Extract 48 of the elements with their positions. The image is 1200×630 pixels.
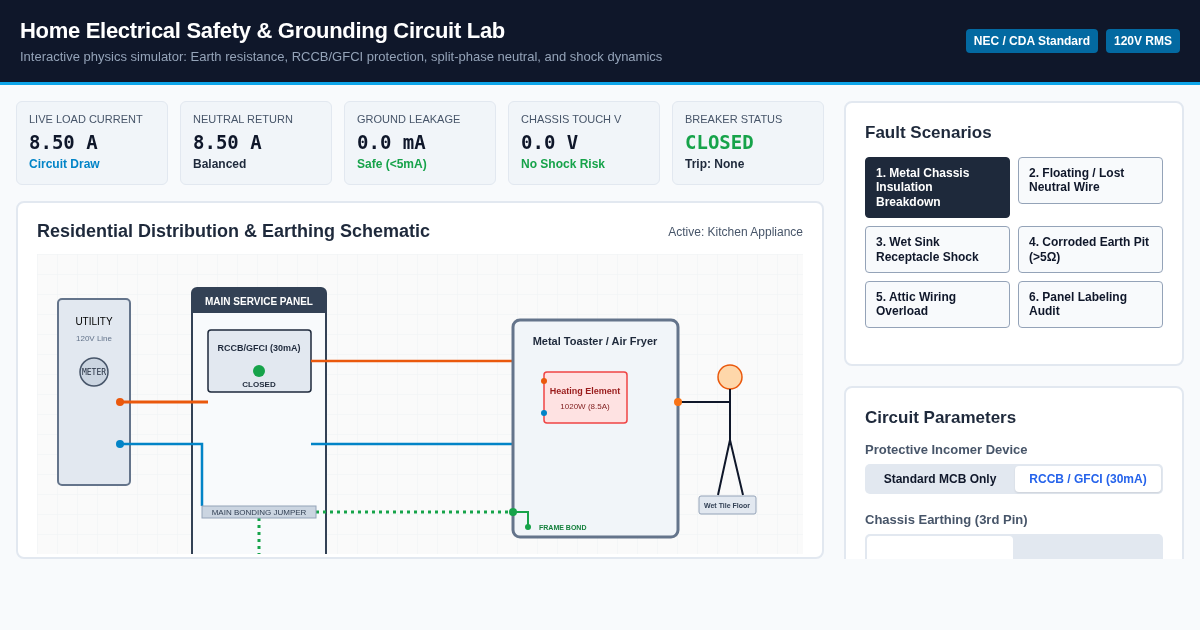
appliance-label: Metal Toaster / Air Fryer bbox=[532, 335, 658, 347]
ground-wire bbox=[257, 518, 261, 554]
standard-badge: NEC / CDA Standard bbox=[965, 29, 1098, 53]
utility-label: UTILITY bbox=[75, 316, 113, 327]
page-title: Home Electrical Safety & Grounding Circuit Lab bbox=[20, 18, 506, 44]
page-subtitle: Interactive physics simulator: Earth resistance, RCCB/GFCI protection, split-phase neutral, and shock dynamics bbox=[20, 49, 663, 64]
scenario-button[interactable]: 1. Metal Chassis Insulation Breakdown bbox=[865, 157, 1010, 219]
stat-label: GROUND LEAKAGE bbox=[357, 113, 462, 125]
stat-note: No Shock Risk bbox=[521, 157, 607, 171]
scenario-button[interactable]: 6. Panel Labeling Audit bbox=[1018, 280, 1163, 328]
stat-label: NEUTRAL RETURN bbox=[193, 113, 294, 125]
touch-contact-line bbox=[674, 398, 731, 406]
stat-value: 0.0 mA bbox=[357, 131, 427, 153]
heating-element-label: Heating Element bbox=[549, 386, 621, 396]
panel-title: MAIN SERVICE PANEL bbox=[205, 296, 313, 307]
stat-note: Circuit Draw bbox=[29, 157, 101, 171]
stat-note: Balanced bbox=[193, 157, 248, 171]
parameter-label: Chassis Earthing (3rd Pin) bbox=[865, 511, 1029, 527]
option-button[interactable]: Standard MCB Only bbox=[867, 465, 1013, 492]
stat-label: BREAKER STATUS bbox=[685, 113, 784, 125]
option-button[interactable]: RCCB / GFCI (30mA) bbox=[1015, 465, 1161, 492]
stat-value: 8.50 A bbox=[193, 131, 263, 153]
card-title: Fault Scenarios bbox=[865, 123, 993, 143]
schematic-title: Residential Distribution & Earthing Schematic bbox=[37, 221, 431, 242]
breaker-label: RCCB/GFCI (30mA) bbox=[217, 343, 301, 353]
stat-label: LIVE LOAD CURRENT bbox=[29, 113, 144, 125]
card-title: Circuit Parameters bbox=[865, 407, 1018, 428]
scenario-button[interactable]: 5. Attic Wiring Overload bbox=[865, 280, 1010, 328]
bonding-jumper-label: MAIN BONDING JUMPER bbox=[201, 505, 317, 519]
stat-value: 0.0 V bbox=[521, 131, 580, 153]
parameter-label: Protective Incomer Device bbox=[865, 441, 1029, 457]
stat-label: CHASSIS TOUCH V bbox=[521, 113, 623, 125]
stat-value: 8.50 A bbox=[29, 131, 99, 153]
scenario-button[interactable]: 2. Floating / Lost Neutral Wire bbox=[1018, 157, 1163, 204]
utility-voltage: 120V Line bbox=[76, 334, 112, 343]
stat-note: Safe (<5mA) bbox=[357, 157, 428, 171]
standard-badge: 120V RMS bbox=[1105, 29, 1180, 53]
stat-value: CLOSED bbox=[685, 131, 755, 153]
breaker-state: CLOSED bbox=[242, 380, 276, 389]
segmented-control[interactable] bbox=[865, 533, 1163, 559]
meter-label: METER bbox=[81, 368, 107, 377]
active-appliance-label: Active: Kitchen Appliance bbox=[668, 224, 803, 239]
scenario-button[interactable]: 3. Wet Sink Receptacle Shock bbox=[865, 226, 1010, 273]
scenario-button[interactable]: 4. Corroded Earth Pit (>5Ω) bbox=[1018, 226, 1163, 273]
heating-element-rating: 1020W (8.5A) bbox=[560, 402, 610, 411]
frame-bond-wire bbox=[509, 508, 531, 530]
meter-icon bbox=[79, 357, 109, 387]
stat-note: Trip: None bbox=[685, 157, 746, 171]
